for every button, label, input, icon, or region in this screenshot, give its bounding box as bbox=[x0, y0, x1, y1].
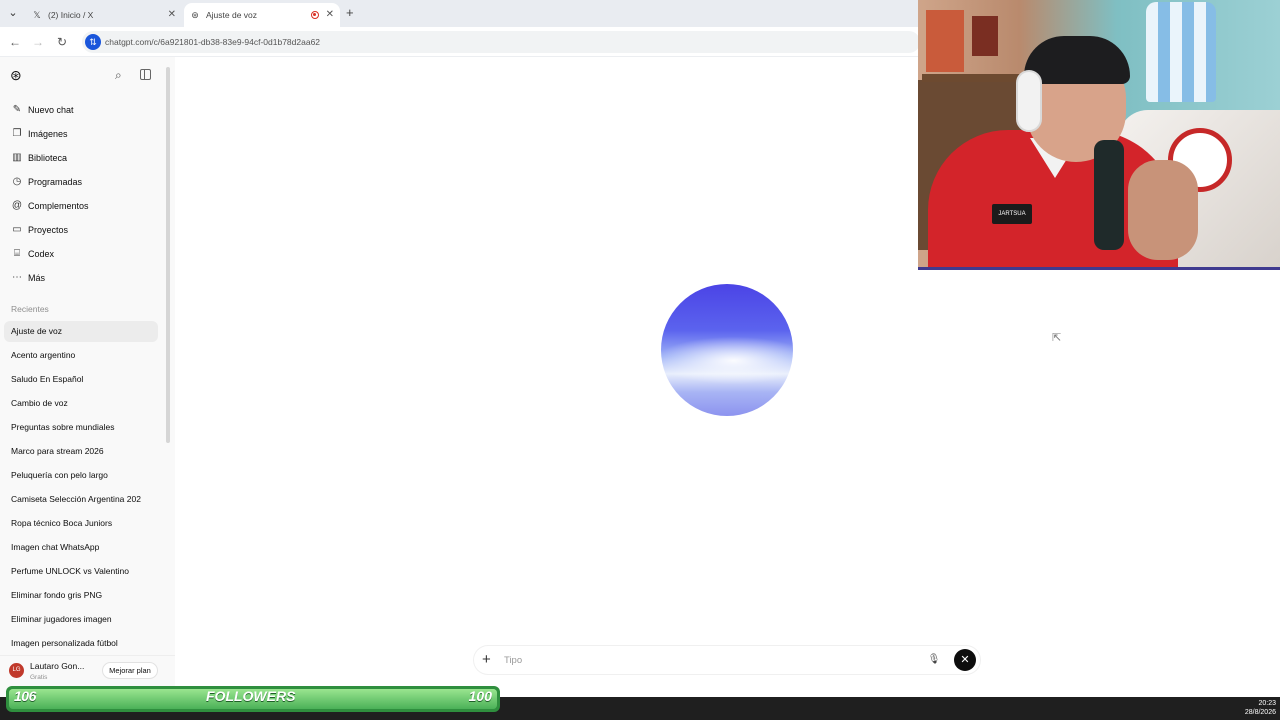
recent-chat-item[interactable]: Eliminar fondo gris PNG bbox=[4, 585, 158, 606]
sidebar-item-label: Más bbox=[28, 273, 46, 283]
upgrade-plan-button[interactable]: Mejorar plan bbox=[102, 662, 158, 679]
sidebar-item-label: Complementos bbox=[28, 201, 89, 211]
recent-chat-item[interactable]: Cambio de voz bbox=[4, 393, 158, 414]
sidebar: ⊛ ⌕ ✎ Nuevo chat ❐ Imágenes ▥ Biblioteca… bbox=[0, 57, 175, 697]
tab-x-inicio[interactable]: 𝕏 (2) Inicio / X ✕ bbox=[26, 3, 182, 27]
sidebar-item-label: Imágenes bbox=[28, 129, 68, 139]
recent-chat-item[interactable]: Camiseta Selección Argentina 202 bbox=[4, 489, 158, 510]
recent-chat-item[interactable]: Acento argentino bbox=[4, 345, 158, 366]
followers-label: FOLLOWERS bbox=[206, 688, 296, 704]
chatgpt-logo-icon[interactable]: ⊛ bbox=[10, 68, 22, 82]
sidebar-item-proyectos[interactable]: ▭ Proyectos bbox=[6, 220, 156, 240]
close-tab-icon[interactable]: ✕ bbox=[168, 3, 176, 27]
library-icon: ▥ bbox=[12, 152, 22, 163]
webcam-overlay: JARTSUA bbox=[918, 0, 1280, 270]
recent-chat-item[interactable]: Eliminar jugadores imagen bbox=[4, 609, 158, 630]
codex-icon: ⌸ bbox=[14, 248, 20, 259]
close-tab-icon[interactable]: ✕ bbox=[326, 3, 334, 27]
webcam-poster bbox=[972, 16, 998, 56]
more-icon: ⋯ bbox=[12, 272, 22, 283]
sidebar-item-label: Programadas bbox=[28, 177, 83, 187]
microphone-icon bbox=[1094, 140, 1124, 250]
recent-chat-item[interactable]: Ropa técnico Boca Juniors bbox=[4, 513, 158, 534]
sidebar-item-codex[interactable]: ⌸ Codex bbox=[6, 244, 156, 264]
chatgpt-icon: ⊛ bbox=[191, 10, 199, 20]
followers-goal-bar: 106 FOLLOWERS 100 bbox=[6, 686, 500, 712]
recent-chat-item[interactable]: Preguntas sobre mundiales bbox=[4, 417, 158, 438]
site-info-icon[interactable]: ⇅ bbox=[85, 34, 101, 50]
streamer-arm bbox=[1128, 160, 1198, 260]
recent-chat-item[interactable]: Imagen personalizada fútbol bbox=[4, 633, 158, 654]
user-menu[interactable]: LG Lautaro Gon... Gratis Mejorar plan bbox=[0, 655, 175, 685]
address-bar[interactable]: ⇅ chatgpt.com/c/6a921801-db38-83e9-94cf-… bbox=[82, 31, 920, 53]
tab-title: (2) Inicio / X bbox=[48, 10, 94, 20]
shirt-sponsor-badge: JARTSUA bbox=[992, 204, 1032, 224]
forward-icon[interactable]: → bbox=[29, 33, 47, 51]
recents-heading: Recientes bbox=[11, 304, 49, 314]
tab-search-chevron-icon[interactable]: ⌄ bbox=[5, 5, 21, 21]
url-text[interactable]: chatgpt.com/c/6a921801-db38-83e9-94cf-0d… bbox=[105, 31, 320, 53]
recent-chat-item[interactable]: Perfume UNLOCK vs Valentino bbox=[4, 561, 158, 582]
mouse-cursor-icon: ⇱ bbox=[1052, 332, 1062, 344]
taskbar-clock[interactable]: 20:23 28/8/2026 bbox=[1245, 699, 1276, 717]
sidebar-item-label: Proyectos bbox=[28, 225, 69, 235]
back-icon[interactable]: ← bbox=[6, 33, 24, 51]
x-logo-icon: 𝕏 bbox=[33, 10, 41, 20]
images-icon: ❐ bbox=[12, 128, 22, 139]
folder-icon: ▭ bbox=[12, 224, 22, 235]
clock-icon: ◷ bbox=[12, 176, 22, 187]
recent-chat-item[interactable]: Ajuste de voz bbox=[4, 321, 158, 342]
recent-chat-item[interactable]: Peluquería con pelo largo bbox=[4, 465, 158, 486]
sidebar-scrollbar[interactable] bbox=[166, 67, 170, 443]
webcam-jersey bbox=[1146, 2, 1216, 102]
tab-title: Ajuste de voz bbox=[206, 10, 258, 20]
sidebar-item-imagenes[interactable]: ❐ Imágenes bbox=[6, 124, 156, 144]
new-tab-icon[interactable]: + bbox=[346, 5, 354, 21]
sidebar-item-label: Nuevo chat bbox=[28, 105, 74, 115]
search-icon[interactable]: ⌕ bbox=[115, 68, 122, 82]
recent-chat-item[interactable]: Imagen chat WhatsApp bbox=[4, 537, 158, 558]
recording-icon bbox=[311, 11, 319, 19]
sidebar-item-label: Codex bbox=[28, 249, 55, 259]
end-voice-button[interactable]: ✕ bbox=[954, 649, 976, 671]
mic-off-icon[interactable]: 🎙︎ bbox=[926, 652, 942, 668]
toggle-sidebar-icon[interactable] bbox=[140, 69, 151, 80]
webcam-poster bbox=[926, 10, 964, 72]
followers-current: 106 bbox=[14, 688, 36, 704]
clock-date: 28/8/2026 bbox=[1244, 709, 1276, 716]
tab-ajuste-de-voz[interactable]: ⊛ Ajuste de voz ✕ bbox=[184, 3, 340, 27]
at-icon: @ bbox=[11, 200, 23, 211]
sidebar-item-biblioteca[interactable]: ▥ Biblioteca bbox=[6, 148, 156, 168]
user-name: Lautaro Gon... bbox=[30, 661, 85, 671]
sidebar-item-nuevo-chat[interactable]: ✎ Nuevo chat bbox=[6, 100, 156, 120]
add-attachment-icon[interactable]: + bbox=[482, 650, 491, 670]
avatar[interactable]: LG bbox=[9, 663, 24, 678]
sidebar-item-complementos[interactable]: @ Complementos bbox=[6, 196, 156, 216]
voice-mode-orb bbox=[661, 284, 793, 416]
screen: ⌄ 𝕏 (2) Inicio / X ✕ ⊛ Ajuste de voz ✕ +… bbox=[0, 0, 1280, 720]
reload-icon[interactable]: ↻ bbox=[53, 33, 71, 51]
headphones-icon bbox=[1016, 70, 1042, 132]
sidebar-item-mas[interactable]: ⋯ Más bbox=[6, 268, 156, 288]
composer: + 🎙︎ ✕ bbox=[474, 646, 980, 674]
message-input[interactable] bbox=[504, 651, 884, 669]
edit-icon: ✎ bbox=[12, 104, 22, 115]
followers-goal: 100 bbox=[468, 688, 492, 704]
sidebar-item-label: Biblioteca bbox=[28, 153, 68, 163]
recent-chat-item[interactable]: Marco para stream 2026 bbox=[4, 441, 158, 462]
user-plan: Gratis bbox=[30, 674, 48, 681]
sidebar-item-programadas[interactable]: ◷ Programadas bbox=[6, 172, 156, 192]
clock-time: 20:23 bbox=[1258, 700, 1276, 707]
recent-chat-item[interactable]: Saludo En Español bbox=[4, 369, 158, 390]
